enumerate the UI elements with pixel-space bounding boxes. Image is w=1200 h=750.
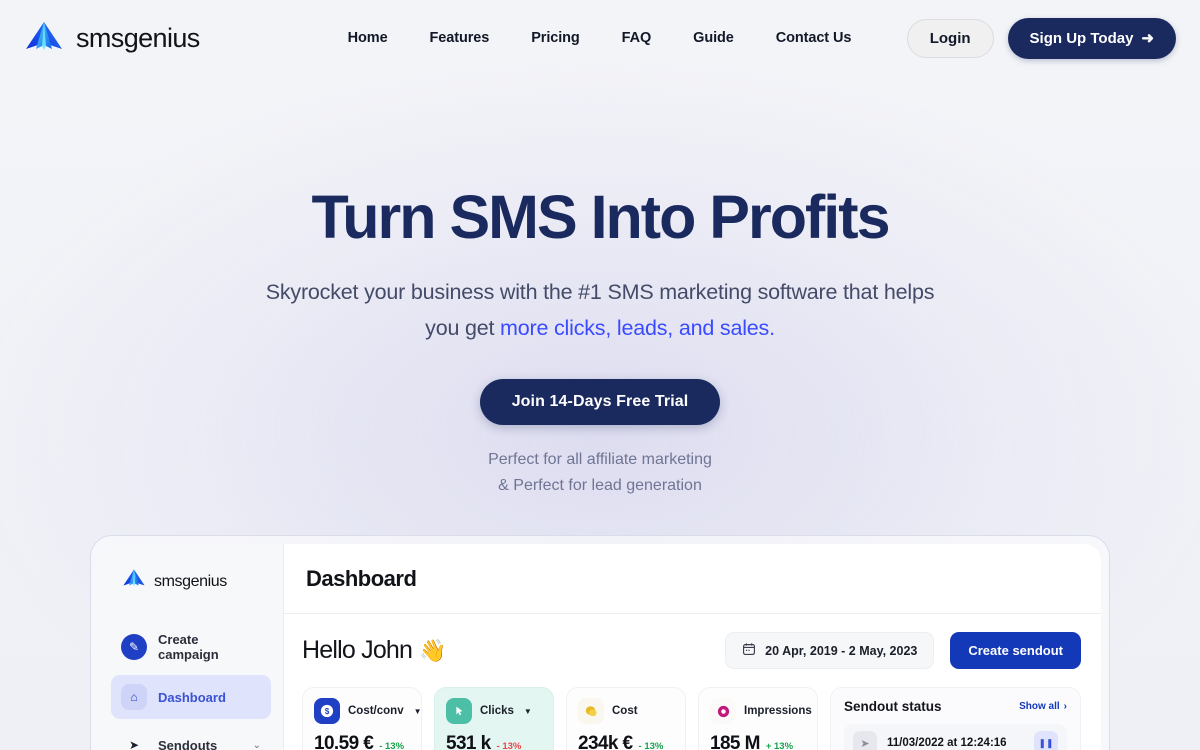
sendout-status-title: Sendout status bbox=[844, 699, 942, 714]
stat-value: 10.59 € bbox=[314, 733, 374, 750]
dashboard-brand-name: smsgenius bbox=[154, 572, 227, 590]
stat-card-header: $ Cost/conv ▼ bbox=[314, 698, 422, 724]
brand-logo-link[interactable]: smsgenius bbox=[22, 16, 200, 60]
stat-delta: - 13% bbox=[379, 741, 405, 750]
eye-target-icon bbox=[710, 698, 736, 724]
nav-item-home[interactable]: Home bbox=[348, 30, 388, 46]
coins-icon bbox=[578, 698, 604, 724]
nav-item-guide[interactable]: Guide bbox=[693, 30, 734, 46]
pencil-icon: ✎ bbox=[121, 634, 147, 660]
dashboard-preview-frame: smsgenius ✎ Create campaign ⌂ Dashboard … bbox=[90, 535, 1110, 750]
stat-delta: - 13% bbox=[638, 741, 664, 750]
brand-name: smsgenius bbox=[76, 22, 200, 53]
stat-card-cost-conv[interactable]: $ Cost/conv ▼ 10.59 € - 13% bbox=[302, 687, 422, 750]
waving-hand-icon: 👋 bbox=[419, 637, 446, 663]
dashboard-sidebar: smsgenius ✎ Create campaign ⌂ Dashboard … bbox=[99, 544, 284, 750]
stat-label: Cost/conv bbox=[348, 705, 404, 717]
chevron-right-icon: › bbox=[1063, 701, 1067, 712]
stat-value-row: 531 k - 13% bbox=[446, 733, 542, 750]
nav-item-faq[interactable]: FAQ bbox=[622, 30, 652, 46]
stat-card-header: Impressions bbox=[710, 698, 812, 724]
stat-card-header: Cost bbox=[578, 698, 674, 724]
stat-value-row: 234k € - 13% bbox=[578, 733, 674, 750]
dashboard-greeting-row: Hello John 👋 20 Apr, 2019 - 2 May, 2023 … bbox=[302, 632, 1081, 669]
stat-card-impressions[interactable]: Impressions 185 M + 13% bbox=[698, 687, 818, 750]
send-icon: ➤ bbox=[128, 738, 140, 750]
dashboard-body: Hello John 👋 20 Apr, 2019 - 2 May, 2023 … bbox=[284, 614, 1101, 750]
chevron-down-icon[interactable]: ▼ bbox=[524, 707, 532, 716]
home-icon: ⌂ bbox=[121, 684, 147, 710]
main-nav: Home Features Pricing FAQ Guide Contact … bbox=[348, 30, 852, 46]
nav-item-contact-us[interactable]: Contact Us bbox=[776, 30, 852, 46]
stat-delta: - 13% bbox=[496, 741, 522, 750]
sign-up-button[interactable]: Sign Up Today ➜ bbox=[1007, 17, 1176, 59]
hero-note-line-1: Perfect for all affiliate marketing bbox=[488, 450, 712, 468]
dashboard-topbar: Dashboard bbox=[284, 544, 1101, 614]
stat-card-header: Clicks ▼ bbox=[446, 698, 542, 724]
login-button[interactable]: Login bbox=[906, 18, 994, 58]
sidebar-item-label: Dashboard bbox=[158, 689, 226, 705]
stat-value: 185 M bbox=[710, 733, 760, 750]
page-title: Dashboard bbox=[306, 565, 417, 591]
hero-section: Turn SMS Into Profits Skyrocket your bus… bbox=[0, 76, 1200, 499]
sidebar-item-dashboard[interactable]: ⌂ Dashboard bbox=[111, 675, 271, 719]
sidebar-item-label: Create campaign bbox=[158, 632, 219, 662]
sendout-status-header: Sendout status Show all › bbox=[844, 699, 1067, 714]
stat-value-row: 185 M + 13% bbox=[710, 733, 806, 750]
hero-note: Perfect for all affiliate marketing & Pe… bbox=[0, 447, 1200, 499]
dashboard-main: Dashboard Hello John 👋 20 Apr, 2019 - 2 … bbox=[284, 544, 1101, 750]
dashboard-stat-cards: $ Cost/conv ▼ 10.59 € - 13% Clicks ▼ 531… bbox=[302, 687, 1081, 750]
stat-value: 531 k bbox=[446, 733, 491, 750]
calendar-icon bbox=[742, 642, 756, 659]
create-sendout-button[interactable]: Create sendout bbox=[950, 632, 1081, 669]
chevron-down-icon[interactable]: ▼ bbox=[414, 707, 422, 716]
dashboard-preview: smsgenius ✎ Create campaign ⌂ Dashboard … bbox=[99, 544, 1101, 750]
stat-label: Clicks bbox=[480, 705, 514, 717]
sendout-timestamp: 11/03/2022 at 12:24:16 bbox=[887, 737, 1007, 749]
svg-text:$: $ bbox=[325, 707, 330, 716]
hero-note-line-2: & Perfect for lead generation bbox=[498, 476, 702, 494]
site-header: smsgenius Home Features Pricing FAQ Guid… bbox=[0, 0, 1200, 76]
hero-title: Turn SMS Into Profits bbox=[311, 183, 891, 251]
dollar-coin-icon: $ bbox=[314, 698, 340, 724]
stat-label: Impressions bbox=[744, 705, 812, 717]
stat-value-row: 10.59 € - 13% bbox=[314, 733, 410, 750]
hero-subtitle-accent: more clicks, leads, and sales. bbox=[500, 316, 775, 341]
stat-delta: + 13% bbox=[765, 741, 794, 750]
date-range-value: 20 Apr, 2019 - 2 May, 2023 bbox=[765, 643, 918, 658]
stat-card-clicks[interactable]: Clicks ▼ 531 k - 13% bbox=[434, 687, 554, 750]
sendout-list-item[interactable]: ➤ 11/03/2022 at 12:24:16 ❚❚ bbox=[844, 724, 1067, 750]
stat-value: 234k € bbox=[578, 733, 633, 750]
paper-plane-icon: ➤ bbox=[853, 731, 877, 750]
header-actions: Login Sign Up Today ➜ bbox=[906, 17, 1176, 59]
show-all-label: Show all bbox=[1019, 701, 1060, 712]
dashboard-actions: 20 Apr, 2019 - 2 May, 2023 Create sendou… bbox=[725, 632, 1081, 669]
show-all-link[interactable]: Show all › bbox=[1019, 701, 1067, 712]
pause-icon[interactable]: ❚❚ bbox=[1034, 731, 1058, 750]
sidebar-item-label: Sendouts bbox=[158, 737, 218, 750]
stat-card-cost[interactable]: Cost 234k € - 13% bbox=[566, 687, 686, 750]
nav-item-pricing[interactable]: Pricing bbox=[531, 30, 580, 46]
sidebar-item-create-campaign[interactable]: ✎ Create campaign bbox=[111, 623, 271, 671]
dashboard-nav: ✎ Create campaign ⌂ Dashboard ➤ Sendouts… bbox=[111, 623, 271, 750]
hero-subtitle: Skyrocket your business with the #1 SMS … bbox=[250, 275, 950, 346]
paper-plane-logo-icon bbox=[121, 566, 147, 597]
chevron-down-icon[interactable]: ⌄ bbox=[253, 740, 261, 750]
join-free-trial-button[interactable]: Join 14-Days Free Trial bbox=[479, 378, 721, 425]
arrow-right-icon: ➜ bbox=[1141, 29, 1154, 47]
nav-item-features[interactable]: Features bbox=[430, 30, 490, 46]
sidebar-item-sendouts[interactable]: ➤ Sendouts ⌄ bbox=[111, 723, 271, 750]
cursor-click-icon bbox=[446, 698, 472, 724]
greeting-text: Hello John bbox=[302, 636, 413, 664]
sendout-status-panel: Sendout status Show all › ➤ 11/03/2022 a… bbox=[830, 687, 1081, 750]
sign-up-label: Sign Up Today bbox=[1029, 29, 1134, 47]
dashboard-brand: smsgenius bbox=[111, 566, 271, 597]
date-range-picker[interactable]: 20 Apr, 2019 - 2 May, 2023 bbox=[725, 632, 935, 669]
stat-label: Cost bbox=[612, 705, 638, 717]
paper-plane-logo-icon bbox=[22, 16, 66, 60]
greeting: Hello John 👋 bbox=[302, 636, 447, 665]
